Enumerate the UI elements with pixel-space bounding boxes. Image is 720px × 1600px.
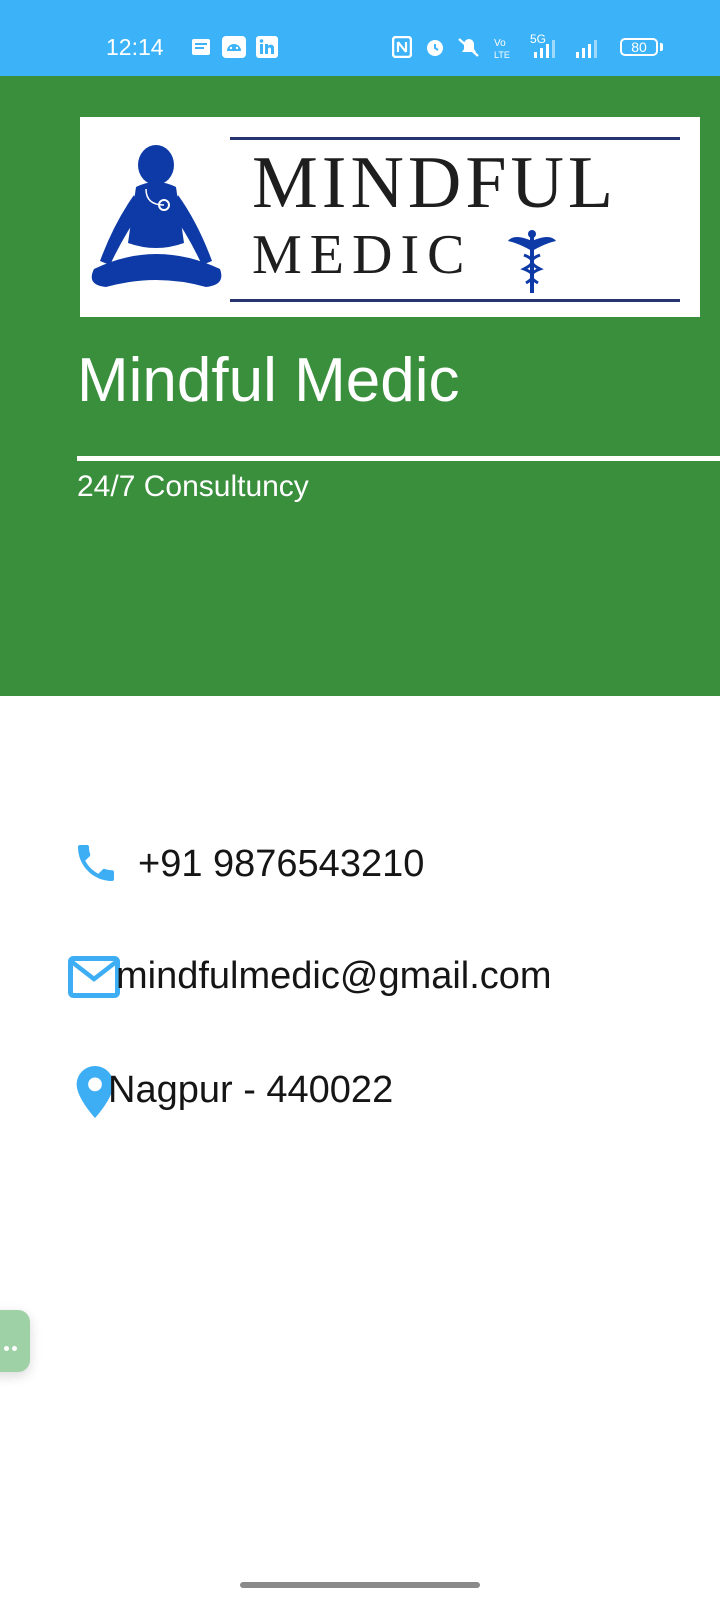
phone-icon	[78, 845, 114, 881]
alarm-icon	[427, 40, 443, 56]
email-address: mindfulmedic@gmail.com	[116, 955, 552, 997]
logo-bottom-line	[230, 299, 680, 302]
logo-top-line	[230, 137, 680, 140]
subtitle: 24/7 Consultuncy	[77, 470, 309, 503]
status-time: 12:14	[106, 34, 164, 60]
signal-icon	[576, 40, 597, 58]
more-dots-icon	[4, 1338, 20, 1356]
title-divider	[77, 456, 720, 461]
floating-menu-button[interactable]	[0, 1310, 30, 1372]
phone-row[interactable]: +91 9876543210	[68, 834, 468, 894]
location-address: Nagpur - 440022	[108, 1069, 394, 1111]
linkedin-icon	[256, 36, 278, 58]
status-bar: 12:14 Vo LTE 5G 80	[0, 0, 720, 76]
volte-icon: Vo LTE	[494, 38, 510, 60]
caduceus-icon	[508, 230, 556, 293]
android-icon	[222, 36, 246, 58]
email-row[interactable]: mindfulmedic@gmail.com	[68, 946, 608, 1006]
home-indicator[interactable]	[240, 1582, 480, 1588]
battery-nub	[660, 43, 663, 51]
message-icon	[192, 39, 210, 55]
signal-icon	[534, 40, 555, 58]
location-row[interactable]: Nagpur - 440022	[68, 1060, 428, 1120]
page-title: Mindful Medic	[77, 346, 460, 415]
battery-icon: 80	[620, 38, 658, 56]
logo: MINDFUL MEDIC	[80, 117, 700, 317]
nfc-icon	[392, 36, 412, 58]
phone-number: +91 9876543210	[138, 843, 425, 885]
mute-icon	[458, 38, 479, 57]
svg-text:LTE: LTE	[494, 50, 510, 60]
meditation-figure-icon	[91, 145, 222, 287]
logo-word-medic: MEDIC	[252, 224, 473, 286]
email-icon	[68, 956, 120, 998]
svg-text:Vo: Vo	[494, 38, 506, 49]
logo-word-mindful: MINDFUL	[252, 142, 618, 224]
